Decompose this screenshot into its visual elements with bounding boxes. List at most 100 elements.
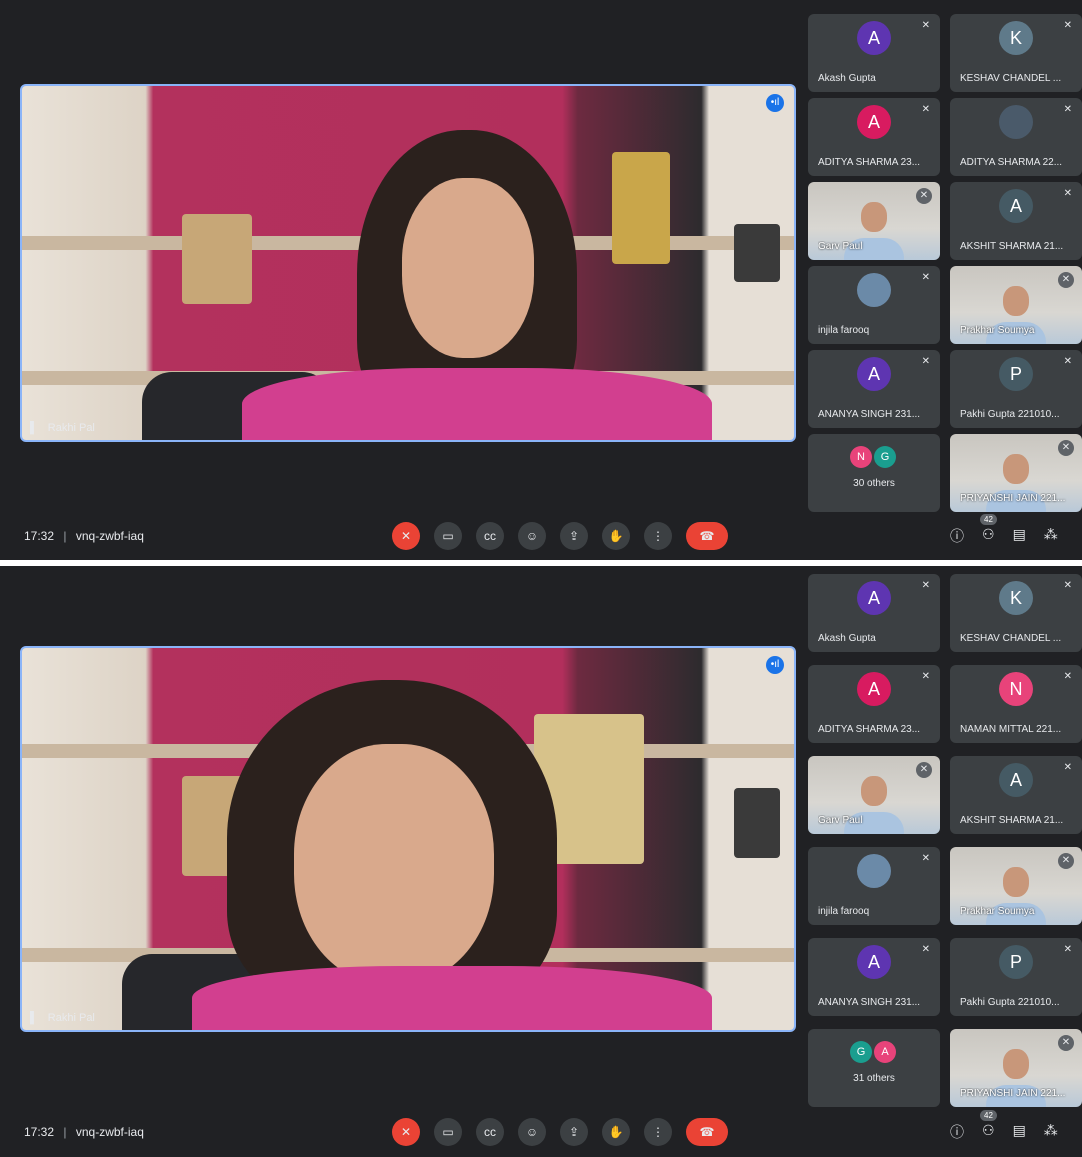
pin-icon[interactable]: ▌ xyxy=(30,1012,38,1024)
present-icon[interactable]: ⇪ xyxy=(560,1118,588,1146)
participant-tile[interactable]: A ✕ ANANYA SINGH 231... xyxy=(808,938,940,1016)
avatar: K xyxy=(999,21,1033,55)
mic-muted-icon: ✕ xyxy=(1063,944,1072,955)
meeting-time: 17:32 xyxy=(24,529,55,543)
participant-name: KESHAV CHANDEL ... xyxy=(960,633,1062,644)
video-feed xyxy=(1003,867,1029,897)
camera-icon[interactable]: ▭ xyxy=(434,1118,462,1146)
emoji-icon[interactable]: ☺ xyxy=(518,1118,546,1146)
pinned-label: ▌ Rakhi Pal xyxy=(30,1012,95,1024)
participant-name: Prakhar Soumya xyxy=(960,906,1035,917)
avatar: A xyxy=(857,357,891,391)
more-options-icon[interactable]: ⋮ xyxy=(644,522,672,550)
present-icon[interactable]: ⇪ xyxy=(560,522,588,550)
participant-tile[interactable]: A ✕ ADITYA SHARMA 23... xyxy=(808,665,940,743)
activities-icon[interactable]: ⁂ xyxy=(1044,526,1058,546)
camera-icon[interactable]: ▭ xyxy=(434,522,462,550)
participant-name: AKSHIT SHARMA 21... xyxy=(960,241,1064,252)
participant-name: injila farooq xyxy=(818,906,870,917)
separator: | xyxy=(63,529,67,543)
participant-tile[interactable]: A ✕ ADITYA SHARMA 23... xyxy=(808,98,940,176)
mic-muted-icon: ✕ xyxy=(1058,1035,1074,1051)
profile-photo xyxy=(857,273,891,307)
others-count: 31 others xyxy=(853,1073,895,1084)
meeting-details[interactable]: 17:32 | vnq-zwbf-iaq xyxy=(24,529,144,543)
pin-icon[interactable]: ▌ xyxy=(30,422,38,434)
participant-tile[interactable]: ✕ injila farooq xyxy=(808,266,940,344)
participant-name: Prakhar Soumya xyxy=(960,325,1035,336)
participant-tile[interactable]: ✕ PRIYANSHI JAIN 221... xyxy=(950,1029,1082,1107)
captions-icon[interactable]: cc xyxy=(476,522,504,550)
call-controls: ✕ ▭ cc ☺ ⇪ ✋ ⋮ ☎ xyxy=(392,522,728,550)
participant-name: Pakhi Gupta 221010... xyxy=(960,997,1060,1008)
participant-tile[interactable]: P ✕ Pakhi Gupta 221010... xyxy=(950,938,1082,1016)
mic-muted-icon: ✕ xyxy=(916,762,932,778)
participant-tile[interactable]: K ✕ KESHAV CHANDEL ... xyxy=(950,14,1082,92)
people-icon[interactable]: ⚇ 42 xyxy=(980,514,997,546)
participant-name: Pakhi Gupta 221010... xyxy=(960,409,1060,420)
mic-muted-icon: ✕ xyxy=(921,272,930,283)
main-video-tile[interactable]: •ıl ▌ Rakhi Pal xyxy=(20,646,796,1032)
participant-name: Akash Gupta xyxy=(818,633,876,644)
others-tile[interactable]: G A 31 others xyxy=(808,1029,940,1107)
participant-tile[interactable]: A ✕ AKSHIT SHARMA 21... xyxy=(950,756,1082,834)
speaking-indicator-icon: •ıl xyxy=(766,656,784,674)
participant-tile[interactable]: A ✕ Akash Gupta xyxy=(808,574,940,652)
participant-name: KESHAV CHANDEL ... xyxy=(960,73,1062,84)
video-feed xyxy=(861,202,887,232)
main-video-tile[interactable]: •ıl ▌ Rakhi Pal xyxy=(20,84,796,442)
participant-tile[interactable]: ✕ injila farooq xyxy=(808,847,940,925)
participant-tile[interactable]: ✕ ADITYA SHARMA 22... xyxy=(950,98,1082,176)
mic-muted-icon: ✕ xyxy=(1058,440,1074,456)
participant-name: Garv Paul xyxy=(818,815,863,826)
chat-icon[interactable]: ▤ xyxy=(1013,1122,1026,1142)
avatar: A xyxy=(999,189,1033,223)
activities-icon[interactable]: ⁂ xyxy=(1044,1122,1058,1142)
captions-icon[interactable]: cc xyxy=(476,1118,504,1146)
participant-tile[interactable]: A ✕ Akash Gupta xyxy=(808,14,940,92)
end-call-icon[interactable]: ☎ xyxy=(686,522,728,550)
participant-tile[interactable]: N ✕ NAMAN MITTAL 221... xyxy=(950,665,1082,743)
participant-tile[interactable]: P ✕ Pakhi Gupta 221010... xyxy=(950,350,1082,428)
mic-off-icon[interactable]: ✕ xyxy=(392,522,420,550)
chat-icon[interactable]: ▤ xyxy=(1013,526,1026,546)
more-options-icon[interactable]: ⋮ xyxy=(644,1118,672,1146)
mic-muted-icon: ✕ xyxy=(1058,853,1074,869)
side-controls: ⓘ ⚇ 42 ▤ ⁂ xyxy=(950,1110,1058,1142)
meeting-code: vnq-zwbf-iaq xyxy=(75,1125,144,1139)
bottom-bar: 17:32 | vnq-zwbf-iaq ✕ ▭ cc ☺ ⇪ ✋ ⋮ ☎ ⓘ … xyxy=(0,514,1082,556)
participant-tile[interactable]: K ✕ KESHAV CHANDEL ... xyxy=(950,574,1082,652)
people-icon[interactable]: ⚇ 42 xyxy=(980,1110,997,1142)
avatar: A xyxy=(857,672,891,706)
meeting-screenshot-2: •ıl ▌ Rakhi Pal A ✕ Akash Gupta K ✕ KESHAV CH… xyxy=(0,566,1082,1157)
participant-tile[interactable]: ✕ PRIYANSHI JAIN 221... xyxy=(950,434,1082,512)
end-call-icon[interactable]: ☎ xyxy=(686,1118,728,1146)
video-feed xyxy=(861,776,887,806)
mini-avatar: N xyxy=(850,446,872,468)
participant-tile[interactable]: ✕ Garv Paul xyxy=(808,756,940,834)
avatar: K xyxy=(999,581,1033,615)
info-icon[interactable]: ⓘ xyxy=(950,1122,964,1142)
speaking-indicator-icon: •ıl xyxy=(766,94,784,112)
side-controls: ⓘ ⚇ 42 ▤ ⁂ xyxy=(950,514,1058,546)
participant-tile[interactable]: ✕ Prakhar Soumya xyxy=(950,847,1082,925)
raise-hand-icon[interactable]: ✋ xyxy=(602,522,630,550)
info-icon[interactable]: ⓘ xyxy=(950,526,964,546)
avatar: A xyxy=(857,945,891,979)
meeting-details[interactable]: 17:32 | vnq-zwbf-iaq xyxy=(24,1125,144,1139)
profile-photo xyxy=(999,105,1033,139)
participant-tile[interactable]: ✕ Prakhar Soumya xyxy=(950,266,1082,344)
others-tile[interactable]: N G 30 others xyxy=(808,434,940,512)
emoji-icon[interactable]: ☺ xyxy=(518,522,546,550)
participant-tile[interactable]: ✕ Garv Paul xyxy=(808,182,940,260)
participant-tile[interactable]: A ✕ AKSHIT SHARMA 21... xyxy=(950,182,1082,260)
mic-muted-icon: ✕ xyxy=(921,944,930,955)
avatar: A xyxy=(857,581,891,615)
avatar: N xyxy=(999,672,1033,706)
mic-muted-icon: ✕ xyxy=(1058,272,1074,288)
participant-tile[interactable]: A ✕ ANANYA SINGH 231... xyxy=(808,350,940,428)
raise-hand-icon[interactable]: ✋ xyxy=(602,1118,630,1146)
mic-muted-icon: ✕ xyxy=(1063,580,1072,591)
participant-name: Akash Gupta xyxy=(818,73,876,84)
mic-off-icon[interactable]: ✕ xyxy=(392,1118,420,1146)
